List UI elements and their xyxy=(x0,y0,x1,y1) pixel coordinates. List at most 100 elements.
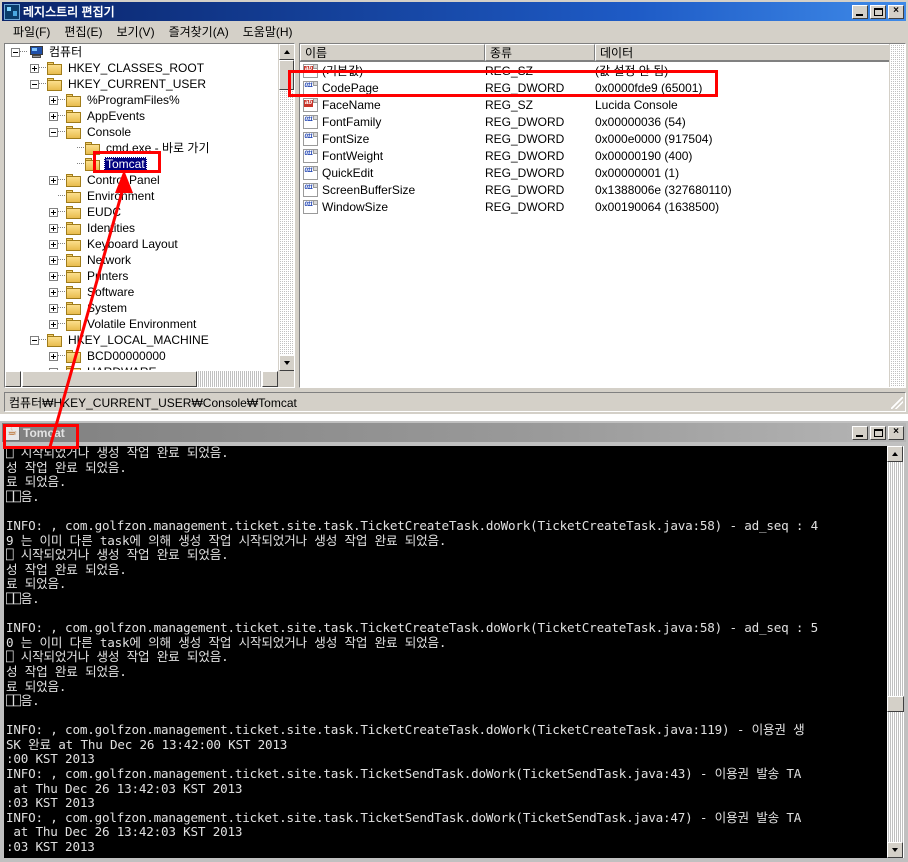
console-maximize-button[interactable] xyxy=(870,425,886,440)
expand-icon[interactable] xyxy=(49,111,58,121)
collapse-icon[interactable] xyxy=(30,79,39,89)
expand-icon[interactable] xyxy=(49,255,58,265)
value-row[interactable]: ab FaceName REG_SZ Lucida Console xyxy=(300,96,888,113)
expand-icon[interactable] xyxy=(49,207,58,217)
collapse-icon[interactable] xyxy=(49,127,58,137)
values-vertical-scrollbar[interactable] xyxy=(889,44,905,387)
tree-vscroll-thumb[interactable] xyxy=(279,60,294,90)
expand-icon[interactable] xyxy=(49,95,58,105)
value-type: REG_DWORD xyxy=(485,114,565,129)
value-row[interactable]: 011 FontFamily REG_DWORD 0x00000036 (54) xyxy=(300,113,888,130)
expand-icon[interactable] xyxy=(49,239,58,249)
tree-scroll-corner xyxy=(278,371,294,387)
collapse-icon[interactable] xyxy=(11,47,20,57)
tree-item-environment[interactable]: Environment xyxy=(5,188,277,204)
tree-item-identities[interactable]: Identities xyxy=(5,220,277,236)
registry-values-pane[interactable]: 이름 종류 데이터 ab (기본값) REG_SZ (값 설정 안 됨) 011 Code… xyxy=(299,43,906,388)
tree-item-hardware[interactable]: HARDWARE xyxy=(5,364,277,370)
collapse-icon[interactable] xyxy=(30,335,39,345)
value-name-cell: 011 ScreenBufferSize xyxy=(300,182,485,197)
tree-hscroll-thumb[interactable] xyxy=(22,371,197,387)
expand-icon[interactable] xyxy=(49,287,58,297)
regedit-titlebar[interactable]: 레지스트리 편집기 × xyxy=(2,2,906,21)
resize-grip[interactable] xyxy=(891,397,903,409)
values-list[interactable]: ab (기본값) REG_SZ (값 설정 안 됨) 011 CodePage REG_DW… xyxy=(300,62,888,387)
expand-icon[interactable] xyxy=(49,303,58,313)
console-scroll-up-button[interactable] xyxy=(887,446,903,462)
expand-icon[interactable] xyxy=(49,367,58,370)
close-button[interactable]: × xyxy=(888,4,904,19)
registry-tree-pane[interactable]: 컴퓨터 HKEY_CLASSES_ROOT HKEY_CURRENT_USER %Pr… xyxy=(4,43,295,388)
value-row[interactable]: 011 CodePage REG_DWORD 0x0000fde9 (65001) xyxy=(300,79,888,96)
folder-icon xyxy=(66,109,82,123)
tree-item-network[interactable]: Network xyxy=(5,252,277,268)
console-titlebar[interactable]: ☕ Tomcat × xyxy=(2,423,906,442)
tree-item-label: AppEvents xyxy=(87,109,146,123)
value-row[interactable]: 011 FontWeight REG_DWORD 0x00000190 (400) xyxy=(300,147,888,164)
tree-item-bcd00000000[interactable]: BCD00000000 xyxy=(5,348,277,364)
tree-item-programfiles[interactable]: %ProgramFiles% xyxy=(5,92,277,108)
maximize-button[interactable] xyxy=(870,4,886,19)
value-data: Lucida Console xyxy=(595,97,678,112)
tree-item-system[interactable]: System xyxy=(5,300,277,316)
value-name: FontWeight xyxy=(322,148,384,163)
menu-help[interactable]: 도움말(H) xyxy=(236,21,300,42)
menu-file[interactable]: 파일(F) xyxy=(6,21,57,42)
tree-item-hkey-current-user[interactable]: HKEY_CURRENT_USER xyxy=(5,76,277,92)
column-header-name[interactable]: 이름 xyxy=(300,44,485,61)
tree-connector-line xyxy=(58,259,65,261)
tree-item-[interactable]: 컴퓨터 xyxy=(5,44,277,60)
column-header-data[interactable]: 데이터 xyxy=(595,44,905,61)
folder-icon xyxy=(85,141,101,155)
tree-connector-line xyxy=(77,147,84,149)
console-vertical-scrollbar[interactable] xyxy=(887,446,904,858)
folder-icon xyxy=(66,125,82,139)
expand-icon[interactable] xyxy=(30,63,39,73)
tree-item-appevents[interactable]: AppEvents xyxy=(5,108,277,124)
expand-icon[interactable] xyxy=(49,223,58,233)
tree-item-volatile-environment[interactable]: Volatile Environment xyxy=(5,316,277,332)
tree-item-cmd-exe[interactable]: cmd.exe - 바로 가기 xyxy=(5,140,277,156)
dword-value-icon: 011 xyxy=(303,148,318,163)
value-name: CodePage xyxy=(322,80,379,95)
value-row[interactable]: 011 FontSize REG_DWORD 0x000e0000 (917504) xyxy=(300,130,888,147)
expand-icon[interactable] xyxy=(49,271,58,281)
tree-horizontal-scrollbar[interactable] xyxy=(5,371,278,387)
tree-item-label: Tomcat xyxy=(104,157,147,171)
tree-item-eudc[interactable]: EUDC xyxy=(5,204,277,220)
menu-view[interactable]: 보기(V) xyxy=(109,21,161,42)
console-output-area[interactable]: ⎕ 시작되었거나 생성 작업 완료 되었음. 성 작업 완료 되었음. 료 되었… xyxy=(4,446,904,858)
tree-item-control-panel[interactable]: Control Panel xyxy=(5,172,277,188)
tree-item-software[interactable]: Software xyxy=(5,284,277,300)
console-vscroll-thumb[interactable] xyxy=(887,696,904,712)
minimize-button[interactable] xyxy=(852,4,868,19)
menu-edit[interactable]: 편집(E) xyxy=(57,21,109,42)
tree-item-hkey-classes-root[interactable]: HKEY_CLASSES_ROOT xyxy=(5,60,277,76)
folder-icon xyxy=(85,157,101,171)
value-row[interactable]: ab (기본값) REG_SZ (값 설정 안 됨) xyxy=(300,62,888,79)
tree-item-tomcat[interactable]: Tomcat xyxy=(5,156,277,172)
column-header-type[interactable]: 종류 xyxy=(485,44,595,61)
menu-favorites[interactable]: 즐겨찾기(A) xyxy=(162,21,236,42)
console-minimize-button[interactable] xyxy=(852,425,868,440)
console-scroll-down-button[interactable] xyxy=(887,842,903,858)
tree-scroll-up-button[interactable] xyxy=(279,44,294,60)
expand-icon[interactable] xyxy=(49,175,58,185)
tree-scroll-left-button[interactable] xyxy=(5,371,21,387)
tree-item-hkey-local-machine[interactable]: HKEY_LOCAL_MACHINE xyxy=(5,332,277,348)
expand-icon[interactable] xyxy=(49,319,58,329)
folder-icon xyxy=(66,253,82,267)
tree-item-console[interactable]: Console xyxy=(5,124,277,140)
tree-item-printers[interactable]: Printers xyxy=(5,268,277,284)
tree-scroll-right-button[interactable] xyxy=(262,371,278,387)
tree-item-keyboard-layout[interactable]: Keyboard Layout xyxy=(5,236,277,252)
value-row[interactable]: 011 QuickEdit REG_DWORD 0x00000001 (1) xyxy=(300,164,888,181)
expand-icon[interactable] xyxy=(49,351,58,361)
console-close-button[interactable]: × xyxy=(888,425,904,440)
value-data: 0x1388006e (327680110) xyxy=(595,182,732,197)
registry-tree[interactable]: 컴퓨터 HKEY_CLASSES_ROOT HKEY_CURRENT_USER %Pr… xyxy=(5,44,277,370)
tree-vertical-scrollbar[interactable] xyxy=(278,44,294,371)
value-row[interactable]: 011 WindowSize REG_DWORD 0x00190064 (163850… xyxy=(300,198,888,215)
value-row[interactable]: 011 ScreenBufferSize REG_DWORD 0x1388006e (… xyxy=(300,181,888,198)
tree-scroll-down-button[interactable] xyxy=(279,355,294,371)
